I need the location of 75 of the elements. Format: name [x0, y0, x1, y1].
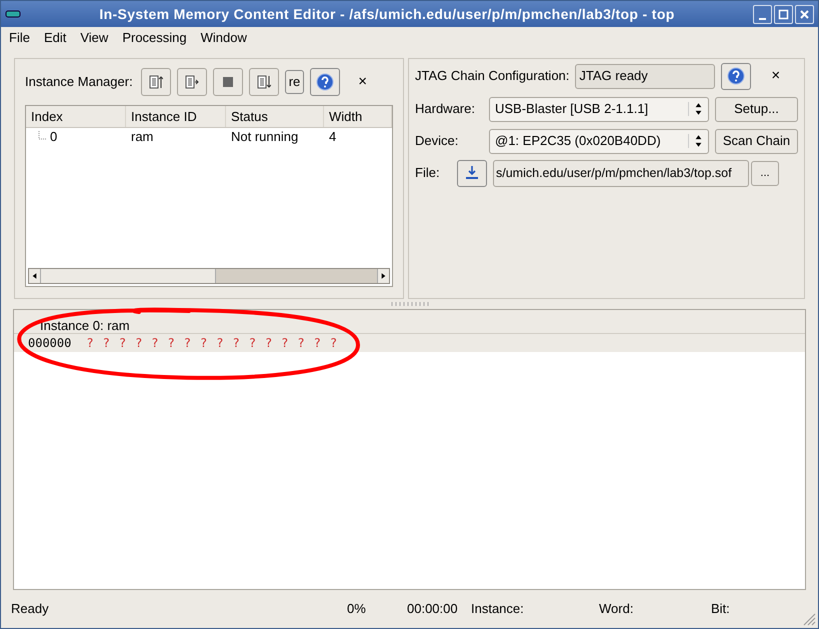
memory-word[interactable]: ? [102, 334, 110, 352]
window-title: In-System Memory Content Editor - /afs/umich.edu/user/p/m/pmchen/lab3/top - top [98, 4, 676, 24]
memory-word[interactable]: ? [184, 334, 191, 352]
memory-panel-title: Instance 0: ram [40, 316, 130, 335]
table-cell-text: 0 [50, 128, 58, 146]
dropdown[interactable]: @1: EP2C35 (0x020B40DD) [489, 128, 709, 154]
memory-word[interactable]: ? [248, 334, 256, 352]
field-label: Hardware: [415, 100, 476, 118]
memory-address: 000000 [28, 335, 72, 352]
read-button[interactable] [140, 68, 171, 96]
table-cell-text: 4 [328, 128, 338, 146]
toolbar-button[interactable]: re [284, 70, 304, 94]
memory-word[interactable]: ? [297, 334, 305, 352]
close-button[interactable]: × [358, 70, 368, 94]
column-header[interactable]: Instance ID [126, 106, 226, 127]
memory-word[interactable]: ? [135, 334, 142, 352]
menu-item[interactable]: View [78, 28, 110, 48]
document-down-icon [256, 75, 271, 89]
maximize-icon [778, 8, 789, 20]
minimize-button[interactable] [753, 4, 772, 24]
stop-button[interactable] [212, 68, 243, 96]
close-button[interactable] [795, 4, 814, 24]
menu-item[interactable]: Edit [42, 28, 68, 48]
memory-word[interactable]: ? [281, 334, 288, 352]
dropdown[interactable]: USB-Blaster [USB 2-1.1.1] [489, 96, 709, 122]
memory-word[interactable]: ? [330, 334, 338, 352]
memory-word[interactable]: ? [216, 334, 224, 352]
memory-word[interactable]: ? [200, 334, 208, 352]
resize-grip-icon [802, 612, 816, 626]
app-icon [5, 9, 21, 19]
menu-item[interactable]: Processing [120, 28, 189, 48]
memory-word[interactable]: ? [264, 334, 272, 352]
memory-word[interactable]: ? [232, 334, 240, 352]
setup-button[interactable]: Setup... [715, 96, 798, 122]
browse-button[interactable]: ... [751, 160, 779, 186]
help-button[interactable] [721, 62, 752, 90]
progress-text: 0% [347, 600, 367, 618]
file-field[interactable]: s/umich.edu/user/p/m/pmchen/lab3/top.sof [493, 160, 749, 186]
status-label: Bit: [711, 600, 730, 618]
memory-word[interactable]: ? [151, 334, 159, 352]
menu-item[interactable]: Window [198, 28, 249, 48]
status-field: JTAG ready [575, 64, 716, 88]
write-button[interactable] [248, 68, 279, 96]
panel-label: Instance Manager: [25, 73, 133, 92]
memory-word[interactable]: ? [314, 334, 321, 352]
menu-item[interactable]: File [7, 28, 32, 48]
field-label: Device: [415, 132, 460, 150]
maximize-button[interactable] [774, 4, 793, 24]
close-icon [799, 8, 810, 20]
help-icon [727, 67, 746, 85]
memory-word[interactable]: ? [86, 334, 94, 352]
table-cell-text: Not running [230, 128, 300, 146]
table-cell-text: ram [130, 128, 154, 146]
stop-icon [220, 75, 235, 89]
scan-chain-button[interactable]: Scan Chain [715, 128, 798, 154]
close-button[interactable]: × [771, 64, 780, 88]
panel-label: JTAG Chain Configuration: [415, 67, 570, 86]
memory-word[interactable]: ? [168, 334, 175, 352]
status-label: Instance: [471, 600, 525, 618]
help-icon [316, 73, 334, 91]
document-arrow-icon [184, 75, 199, 89]
column-header[interactable]: Index [26, 106, 126, 127]
minimize-icon [759, 18, 766, 20]
status-text: Ready [11, 600, 50, 618]
download-icon [464, 165, 480, 181]
edit-button[interactable] [176, 68, 207, 96]
document-up-icon [148, 75, 163, 89]
help-button[interactable] [310, 68, 340, 96]
memory-word[interactable]: ? [118, 334, 126, 352]
column-header[interactable]: Status [226, 106, 324, 127]
program-button[interactable] [457, 160, 487, 186]
time-text: 00:00:00 [407, 600, 459, 618]
status-label: Word: [599, 600, 634, 618]
column-header[interactable]: Width [324, 106, 392, 127]
field-label: File: [415, 164, 441, 182]
